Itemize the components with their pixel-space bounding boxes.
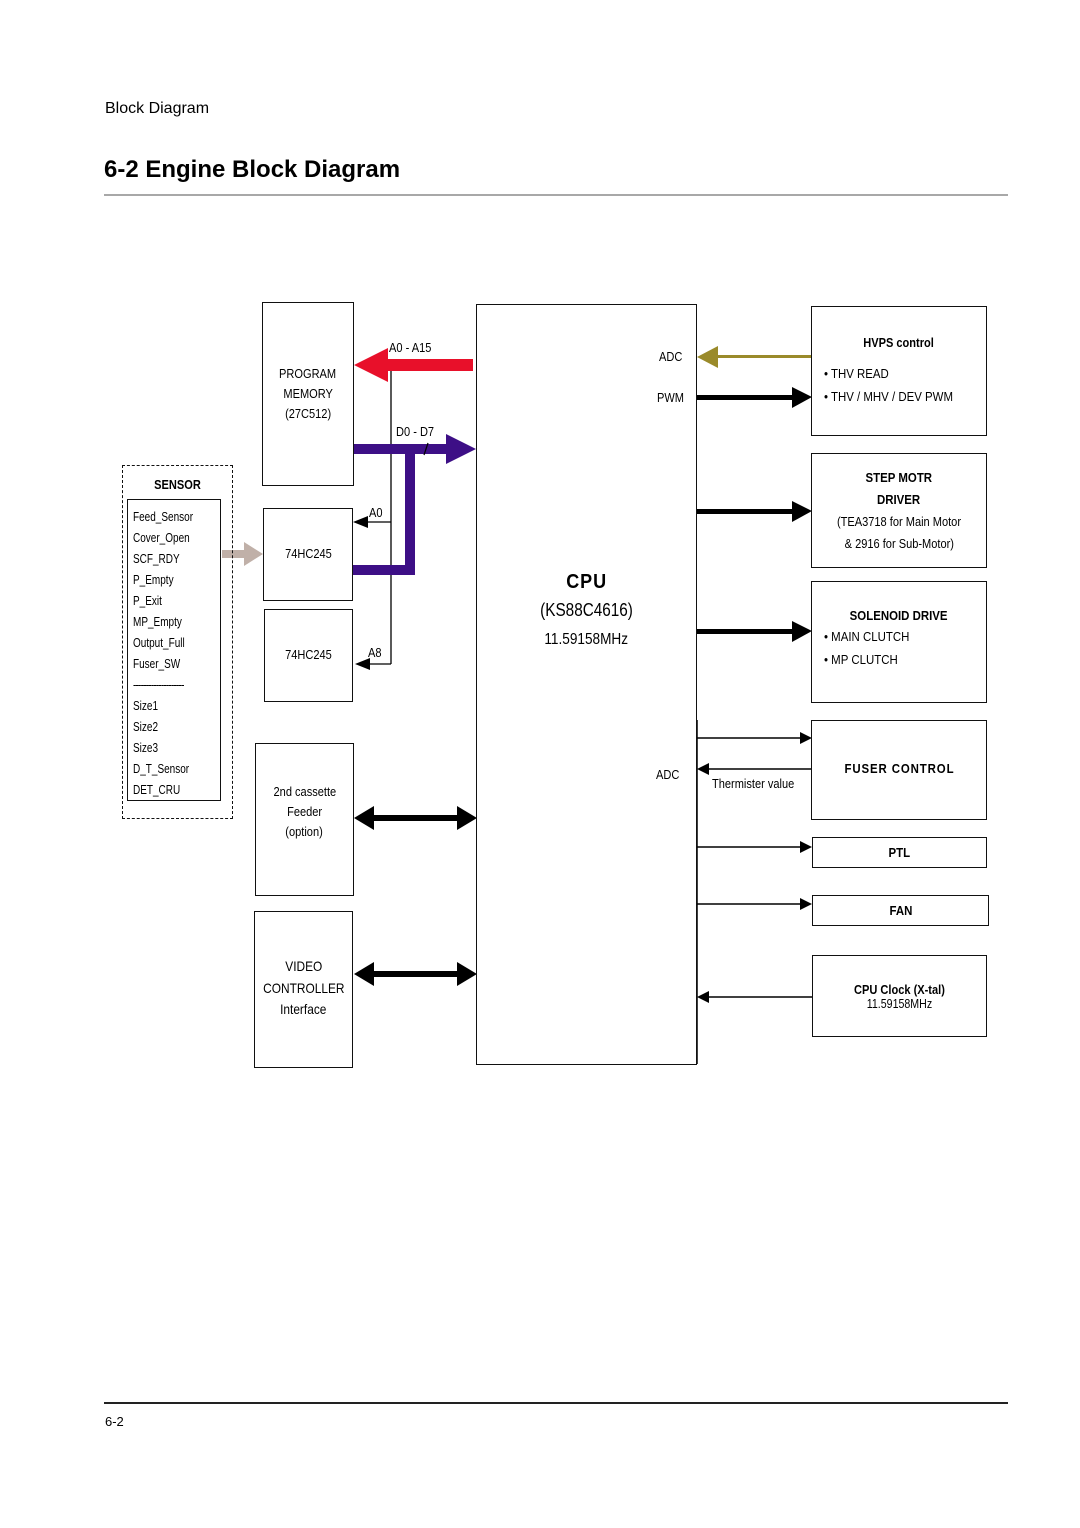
sensor-list: Feed_Sensor Cover_Open SCF_RDY P_Empty P… [133,507,208,801]
sensor-item: Output_Full [133,636,185,650]
ptl-block: PTL [812,837,987,868]
hvps-adc-arrow [697,346,811,368]
fan-arrow [697,898,812,910]
cassette-bidirectional-arrow [354,806,477,830]
solenoid-item: • MP CLUTCH [824,652,898,667]
step-motor-arrow [697,501,812,522]
solenoid-item: • MAIN CLUTCH [824,629,910,644]
solenoid-title: SOLENOID DRIVE [850,608,948,623]
program-memory-part: (27C512) [284,406,332,422]
fuser-title: FUSER CONTROL [844,761,954,776]
video-bidirectional-arrow [354,962,477,986]
cassette-line-2: Feeder [286,804,323,820]
sensor-size-item: DET_CRU [133,783,181,797]
sensor-separator: -------------------- [133,678,184,692]
buffer-1-label: 74HC245 [284,546,332,562]
page-number: 6-2 [105,1414,124,1429]
cpu-model: (KS88C4616) [540,599,633,620]
pwm-arrow [697,387,812,408]
sensor-item: SCF_RDY [133,552,180,566]
cpu-clock-title: CPU Clock (X-tal) [854,981,945,997]
fuser-control-arrow [697,732,812,744]
thermister-label: Thermister value [712,776,795,791]
cpu-clock-frequency: 11.59158MHz [544,630,629,648]
fan-block: FAN [812,895,989,926]
step-motor-detail-1: (TEA3718 for Main Motor [836,513,962,529]
cpu-clock-value: 11.59158MHz [866,996,933,1011]
cassette-line-1: 2nd cassette [273,784,336,799]
buffer-74hc245-2: 74HC245 [264,609,353,702]
step-motor-driver-block: STEP MOTR DRIVER (TEA3718 for Main Motor… [811,453,987,568]
cpu-adc-pin-bottom: ADC [656,767,680,782]
address-bus-label: A0 - A15 [389,340,432,355]
hvps-title: HVPS control [863,335,935,350]
hvps-item: • THV READ [824,366,889,381]
program-memory-block: PROGRAM MEMORY (27C512) [262,302,354,486]
video-controller-block: VIDEO CONTROLLER Interface [254,911,353,1068]
step-motor-title-1: STEP MOTR [865,469,933,485]
a8-label: A8 [368,645,382,660]
sensor-size-item: D_T_Sensor [133,762,190,776]
step-motor-detail-2: & 2916 for Sub-Motor) [844,535,954,551]
a0-label: A0 [369,505,383,520]
fuser-control-block: FUSER CONTROL [811,720,987,820]
sensor-size-item: Size1 [133,699,159,713]
fan-title: FAN [889,903,912,918]
video-line-3: Interface [280,1001,327,1018]
footer-divider [104,1402,1008,1404]
hvps-control-block: HVPS control • THV READ • THV / MHV / DE… [811,306,987,436]
data-bus-label: D0 - D7 [396,424,435,439]
solenoid-arrow [697,621,812,642]
sensor-item: P_Exit [133,594,162,608]
sensor-item: Cover_Open [133,531,190,545]
a0-arrowhead [353,516,368,528]
cpu-pwm-pin: PWM [657,390,685,405]
cpu-clock-block: CPU Clock (X-tal) 11.59158MHz [812,955,987,1037]
ptl-arrow [697,841,812,853]
program-memory-line-2: MEMORY [283,385,333,401]
cassette-line-3: (option) [285,824,324,840]
ptl-title: PTL [888,845,911,860]
sensor-item: Feed_Sensor [133,510,194,524]
cpu-adc-pin-top: ADC [659,349,683,364]
sensor-item: P_Empty [133,573,174,587]
cpu-clock-arrow [697,991,812,1003]
buffer-2-label: 74HC245 [285,647,332,663]
sensor-item: Fuser_SW [133,657,181,671]
video-line-2: CONTROLLER [262,979,345,996]
sensor-item: MP_Empty [133,615,182,629]
step-motor-title-2: DRIVER [877,491,921,507]
video-line-1: VIDEO [284,958,323,974]
cpu-title: CPU [566,570,607,593]
sensor-title: SENSOR [154,477,201,492]
program-memory-line-1: PROGRAM [279,365,337,381]
cassette-feeder-block: 2nd cassette Feeder (option) [255,743,354,896]
thermister-arrow [697,763,812,775]
solenoid-drive-block: SOLENOID DRIVE • MAIN CLUTCH • MP CLUTCH [811,581,987,703]
buffer-74hc245-1: 74HC245 [263,508,353,601]
sensor-size-item: Size2 [133,720,159,734]
cpu-block: CPU (KS88C4616) 11.59158MHz [476,304,697,1065]
hvps-item: • THV / MHV / DEV PWM [824,389,954,404]
sensor-size-item: Size3 [133,741,159,755]
